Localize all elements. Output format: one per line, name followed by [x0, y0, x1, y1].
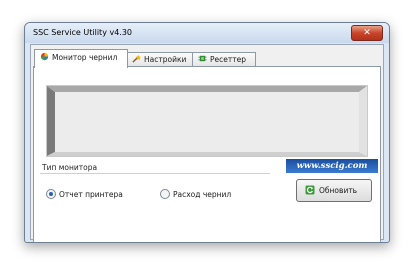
resetter-chip-icon — [198, 54, 207, 63]
radio-ink-usage[interactable]: Расход чернил — [160, 189, 231, 199]
ink-level-display — [46, 85, 368, 157]
app-window: SSC Service Utility v4.30 ✕ Монитор черн… — [24, 22, 390, 243]
client-area: Монитор чернил Настройки Ресеттер Тип мо… — [30, 44, 384, 242]
tab-resetter[interactable]: Ресеттер — [192, 52, 256, 67]
ink-display-frame — [47, 86, 367, 156]
website-banner[interactable]: www.sscig.com — [286, 159, 378, 173]
tab-label: Монитор чернил — [52, 53, 118, 62]
title-bar[interactable]: SSC Service Utility v4.30 ✕ — [25, 23, 389, 43]
radio-label: Расход чернил — [173, 190, 232, 199]
radio-label: Отчет принтера — [59, 190, 123, 199]
window-title: SSC Service Utility v4.30 — [33, 28, 133, 37]
ink-drop-icon — [40, 52, 49, 61]
tab-ink-monitor[interactable]: Монитор чернил — [34, 49, 128, 68]
tab-strip: Монитор чернил Настройки Ресеттер — [31, 49, 383, 68]
settings-wand-icon — [132, 54, 141, 63]
refresh-button[interactable]: Обновить — [296, 179, 372, 202]
refresh-label: Обновить — [319, 186, 358, 195]
refresh-icon — [305, 182, 315, 195]
radio-printer-report[interactable]: Отчет принтера — [46, 189, 123, 199]
tab-settings[interactable]: Настройки — [126, 52, 194, 67]
tab-label: Настройки — [144, 55, 187, 64]
group-divider — [40, 173, 270, 174]
radio-indicator[interactable] — [46, 189, 56, 199]
ink-monitor-panel: Тип монитора Отчет принтера Расход черни… — [33, 66, 381, 242]
tab-label: Ресеттер — [210, 55, 246, 64]
radio-indicator[interactable] — [160, 189, 170, 199]
close-button[interactable]: ✕ — [351, 25, 383, 41]
monitor-type-label: Тип монитора — [42, 163, 98, 172]
